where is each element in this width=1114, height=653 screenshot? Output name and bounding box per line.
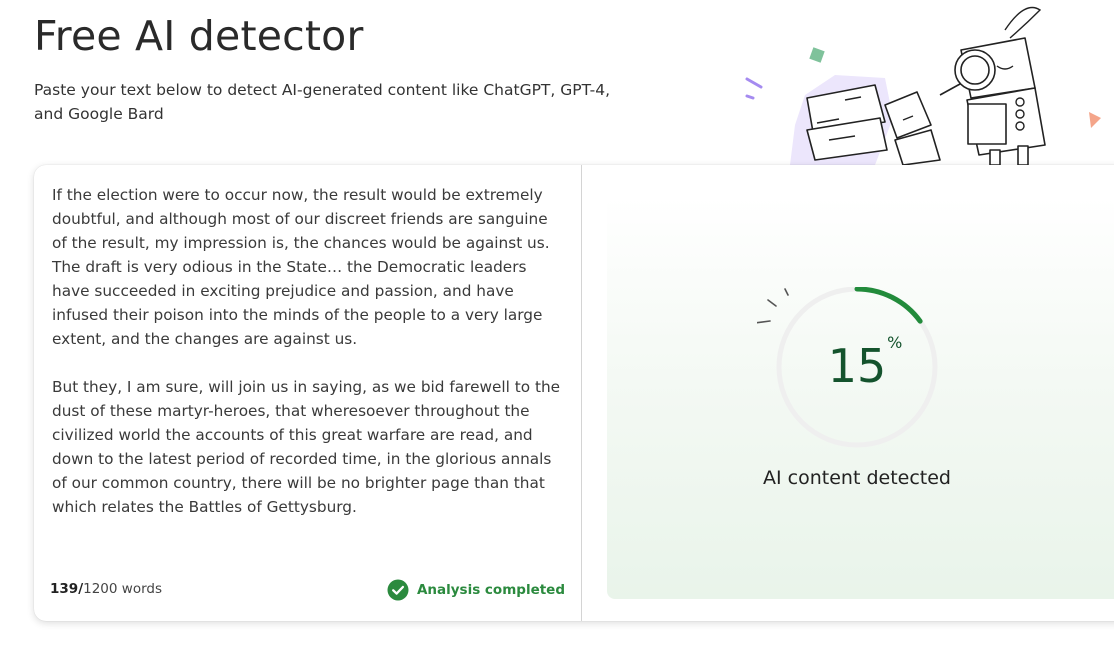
confetti-square-icon: [809, 47, 825, 63]
word-count-current: 139: [50, 581, 79, 597]
word-count-limit: 1200 words: [83, 581, 162, 597]
sparkle-icon: [757, 288, 789, 324]
confetti-triangle-icon: [1089, 112, 1101, 128]
check-circle-icon: [387, 579, 409, 601]
ai-detector-card: If the election were to occur now, the r…: [34, 165, 1114, 621]
text-paragraph: If the election were to occur now, the r…: [52, 186, 550, 348]
text-paragraph: But they, I am sure, will join us in say…: [52, 378, 561, 516]
page-title: Free AI detector: [34, 12, 364, 60]
score-unit: %: [887, 333, 903, 352]
page-subtitle: Paste your text below to detect AI-gener…: [34, 81, 611, 123]
text-input-area[interactable]: If the election were to occur now, the r…: [52, 183, 567, 563]
text-input-panel: If the election were to occur now, the r…: [34, 165, 581, 621]
analysis-status-label: Analysis completed: [416, 582, 565, 598]
panel-divider: [581, 165, 582, 621]
word-count: 139/1200 words: [50, 581, 162, 597]
robot-detective-illustration: [745, 6, 1101, 165]
score-display: 15%: [607, 333, 1107, 393]
result-panel: 15% AI content detected: [607, 197, 1114, 599]
result-label: AI content detected: [763, 467, 951, 489]
score-value: 15%: [827, 333, 903, 393]
analysis-status: Analysis completed: [387, 579, 565, 601]
